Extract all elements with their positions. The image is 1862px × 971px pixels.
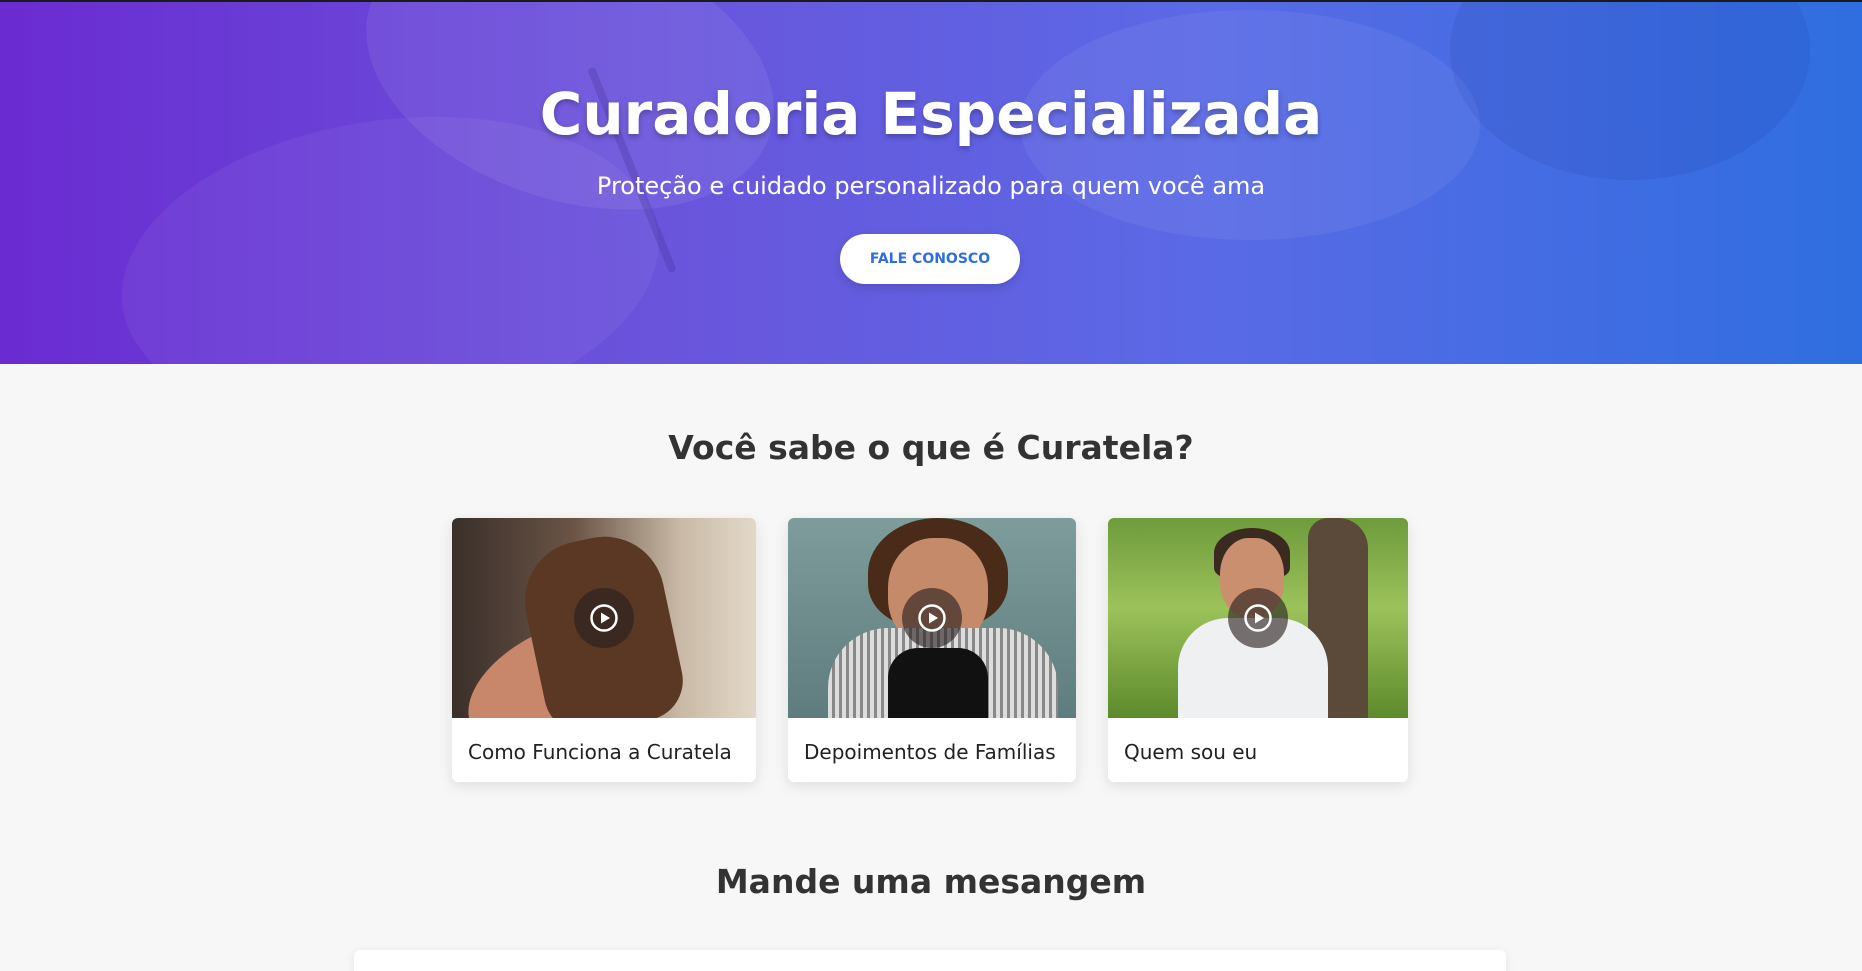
video-card-about-me[interactable]: Quem sou eu	[1108, 518, 1408, 782]
play-icon[interactable]	[1228, 588, 1288, 648]
video-card-testimonials[interactable]: Depoimentos de Famílias	[788, 518, 1076, 782]
video-thumbnail[interactable]	[1108, 518, 1408, 718]
contact-button[interactable]: FALE CONOSCO	[840, 234, 1020, 284]
play-icon[interactable]	[574, 588, 634, 648]
video-thumbnail[interactable]	[452, 518, 756, 718]
hero-subtitle: Proteção e cuidado personalizado para qu…	[596, 172, 1266, 200]
video-thumbnail[interactable]	[788, 518, 1076, 718]
top-border	[0, 0, 1862, 2]
message-form-card	[354, 950, 1506, 971]
video-card-label: Como Funciona a Curatela	[468, 740, 732, 764]
video-card-label: Depoimentos de Famílias	[804, 740, 1056, 764]
hero-title: Curadoria Especializada	[539, 80, 1323, 148]
hero-banner: Curadoria Especializada Proteção e cuida…	[0, 0, 1862, 364]
video-card-label: Quem sou eu	[1124, 740, 1258, 764]
section-title-curatela: Você sabe o que é Curatela?	[668, 428, 1194, 467]
play-icon[interactable]	[902, 588, 962, 648]
video-card-how-it-works[interactable]: Como Funciona a Curatela	[452, 518, 756, 782]
section-title-message: Mande uma mesangem	[715, 862, 1147, 901]
